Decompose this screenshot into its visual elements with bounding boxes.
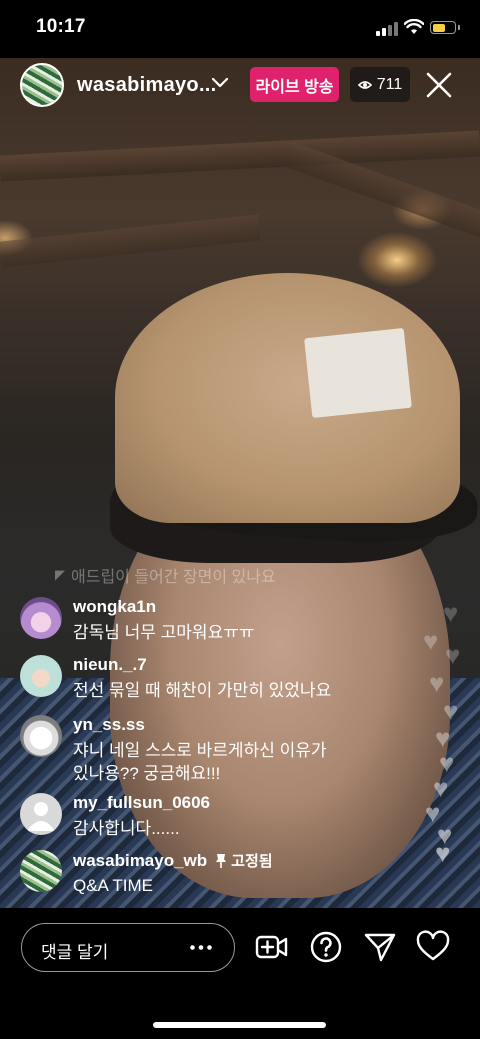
comment-placeholder: 댓글 달기: [41, 943, 109, 962]
wifi-icon: [404, 19, 424, 34]
pinned-tag: 고정됨: [215, 850, 273, 871]
comment-username[interactable]: my_fullsun_0606: [73, 793, 210, 813]
comment-text: 전선 묶일 때 해찬이 가만히 있었나요: [73, 681, 332, 700]
comment-text-line: 쟈니 네일 스스로 바르게하신 이유가: [73, 741, 327, 760]
viewer-count: 711: [376, 75, 403, 93]
default-avatar-icon: [27, 802, 55, 831]
faded-comment: ◤ 애드립이 들어간 장면이 있나요: [55, 563, 276, 587]
comment-text: Q&A TIME: [73, 876, 153, 895]
comment-username[interactable]: nieun._.7: [73, 655, 147, 675]
commenter-avatar[interactable]: [20, 793, 62, 835]
commenter-avatar[interactable]: [20, 715, 62, 757]
commenter-avatar[interactable]: [20, 850, 62, 892]
comment-username[interactable]: wongka1n: [73, 597, 156, 617]
heart-icon[interactable]: [416, 930, 450, 964]
comment-text: 감독님 너무 고마워요ㅠㅠ: [73, 623, 255, 642]
home-indicator[interactable]: [153, 1022, 326, 1028]
cap-label: [304, 327, 412, 419]
chevron-down-icon[interactable]: [211, 77, 229, 89]
status-bar: 10:17: [0, 0, 480, 58]
more-options-icon[interactable]: [190, 945, 212, 950]
share-icon[interactable]: [363, 930, 397, 964]
battery-tip: [458, 25, 460, 30]
eye-icon: [357, 80, 372, 89]
comment-text: 감사합니다......: [73, 819, 180, 838]
heart-icon: ♥: [443, 696, 459, 726]
battery-icon: [430, 21, 456, 34]
pin-icon: [216, 853, 227, 868]
comment-text-line: 있나용?? 궁금해요!!!: [73, 764, 221, 783]
heart-icon: ♥: [435, 838, 451, 868]
floating-hearts: ♥ ♥ ♥ ♥ ♥ ♥ ♥ ♥ ♥ ♥ ♥: [415, 600, 475, 870]
comment-username[interactable]: wasabimayo_wb: [73, 851, 207, 871]
heart-icon: ♥: [429, 668, 445, 698]
comment-text: 쟈니 네일 스스로 바르게하신 이유가 있나용?? 궁금해요!!!: [73, 739, 327, 785]
cellular-signal-icon: [376, 22, 398, 36]
viewer-count-badge[interactable]: 711: [350, 67, 410, 102]
add-video-icon[interactable]: [255, 930, 289, 964]
reply-arrow-icon: ◤: [55, 567, 65, 582]
host-avatar[interactable]: [20, 63, 64, 107]
heart-icon: ♥: [423, 626, 439, 656]
status-time: 10:17: [36, 16, 86, 37]
close-icon[interactable]: [424, 70, 454, 100]
live-badge: 라이브 방송: [250, 67, 339, 102]
pinned-label: 고정됨: [231, 853, 273, 870]
comment-input[interactable]: 댓글 달기: [21, 923, 235, 972]
commenter-avatar[interactable]: [20, 597, 62, 639]
host-username[interactable]: wasabimayo...: [77, 74, 217, 97]
heart-icon: ♥: [443, 598, 459, 628]
commenter-avatar[interactable]: [20, 655, 62, 697]
pinned-header: wasabimayo_wb 고정됨: [73, 850, 273, 871]
heart-icon: ♥: [445, 640, 461, 670]
comment-username[interactable]: yn_ss.ss: [73, 715, 145, 735]
faded-comment-text: 애드립이 들어간 장면이 있나요: [71, 569, 276, 586]
question-icon[interactable]: [309, 930, 343, 964]
